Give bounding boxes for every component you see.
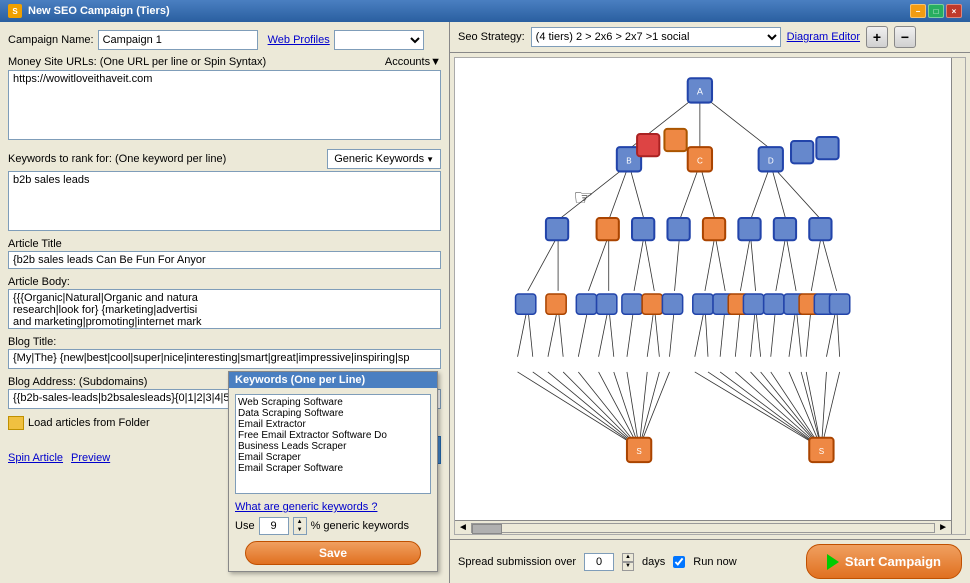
zoom-out-button[interactable]: − (894, 26, 916, 48)
title-text: New SEO Campaign (Tiers) (28, 5, 170, 17)
scroll-right-arrow[interactable]: ► (935, 522, 951, 533)
folder-icon (8, 416, 24, 430)
horizontal-scrollbar[interactable]: ◄ ► (455, 520, 951, 534)
days-down-button[interactable]: ▼ (622, 562, 634, 571)
campaign-name-label: Campaign Name: (8, 34, 94, 46)
article-body-textarea[interactable]: {{{Organic|Natural|Organic and natura re… (8, 289, 441, 329)
use-label: Use (235, 520, 255, 532)
maximize-button[interactable]: □ (928, 4, 944, 18)
start-campaign-button[interactable]: Start Campaign (806, 544, 962, 579)
window-controls: − □ × (910, 4, 962, 18)
blog-title-textarea[interactable]: {My|The} {new|best|cool|super|nice|inter… (8, 349, 441, 369)
bottom-links: Spin Article Preview (8, 452, 110, 464)
diagram-svg: A B C D (455, 58, 965, 534)
what-are-generic-keywords-link[interactable]: What are generic keywords ? (235, 501, 431, 513)
play-icon (827, 554, 839, 570)
days-up-button[interactable]: ▲ (622, 553, 634, 562)
minimize-button[interactable]: − (910, 4, 926, 18)
bottom-bar: Spread submission over ▲ ▼ days Run now … (450, 539, 970, 583)
seo-strategy-select[interactable]: (4 tiers) 2 > 2x6 > 2x7 >1 social (531, 27, 781, 47)
vertical-scrollbar[interactable] (951, 58, 965, 534)
spin-article-link[interactable]: Spin Article (8, 452, 63, 464)
days-label: days (642, 556, 665, 568)
scroll-track (471, 523, 935, 533)
run-now-label: Run now (693, 556, 736, 568)
use-spinner: ▲ ▼ (293, 517, 307, 535)
svg-text:C: C (697, 156, 703, 165)
right-toolbar: Seo Strategy: (4 tiers) 2 > 2x6 > 2x7 >1… (450, 22, 970, 53)
accounts-button[interactable]: Accounts ▼ (385, 56, 441, 68)
money-site-textarea[interactable]: https://wowitloveithaveit.com (8, 70, 441, 140)
use-row: Use ▲ ▼ % generic keywords (235, 517, 431, 535)
svg-text:A: A (697, 86, 704, 96)
zoom-in-button[interactable]: + (866, 26, 888, 48)
scroll-thumb[interactable] (472, 524, 502, 534)
spinner-up-button[interactable]: ▲ (294, 518, 306, 526)
load-articles-label: Load articles from Folder (28, 417, 150, 429)
use-value-input[interactable] (259, 517, 289, 535)
campaign-name-input[interactable] (98, 30, 258, 50)
web-profiles-link[interactable]: Web Profiles (268, 34, 330, 46)
preview-link[interactable]: Preview (71, 452, 110, 464)
keywords-label: Keywords to rank for: (One keyword per l… (8, 153, 226, 165)
generic-keywords-button[interactable]: Generic Keywords ▼ (327, 149, 441, 169)
svg-text:B: B (626, 156, 631, 165)
popup-content: Web Scraping Software Data Scraping Soft… (229, 388, 437, 571)
run-now-checkbox[interactable] (673, 556, 685, 568)
keywords-row: Keywords to rank for: (One keyword per l… (8, 149, 441, 169)
popup-header: Keywords (One per Line) (229, 372, 437, 388)
campaign-name-row: Campaign Name: Web Profiles (8, 30, 441, 50)
popup-keywords-textarea[interactable]: Web Scraping Software Data Scraping Soft… (235, 394, 431, 494)
percent-label: % generic keywords (311, 520, 409, 532)
money-site-header: Money Site URLs: (One URL per line or Sp… (8, 56, 441, 68)
keywords-textarea[interactable]: b2b sales leads (8, 171, 441, 231)
svg-text:S: S (636, 447, 642, 456)
article-body-label: Article Body: (8, 276, 441, 288)
svg-text:☞: ☞ (573, 185, 593, 210)
title-bar: S New SEO Campaign (Tiers) − □ × (0, 0, 970, 22)
save-button[interactable]: Save (245, 541, 421, 565)
close-button[interactable]: × (946, 4, 962, 18)
article-title-label: Article Title (8, 238, 441, 250)
days-spinner: ▲ ▼ (622, 553, 634, 571)
days-input[interactable] (584, 553, 614, 571)
right-panel: Seo Strategy: (4 tiers) 2 > 2x6 > 2x7 >1… (450, 22, 970, 583)
scroll-left-arrow[interactable]: ◄ (455, 522, 471, 533)
svg-text:S: S (819, 447, 825, 456)
blog-title-label: Blog Title: (8, 336, 441, 348)
left-panel: Campaign Name: Web Profiles Money Site U… (0, 22, 450, 583)
app-icon: S (8, 4, 22, 18)
diagram-editor-link[interactable]: Diagram Editor (787, 31, 860, 43)
article-title-textarea[interactable]: {b2b sales leads Can Be Fun For Anyor (8, 251, 441, 269)
diagram-area: A B C D (454, 57, 966, 535)
spinner-down-button[interactable]: ▼ (294, 526, 306, 534)
dropdown-arrow-icon: ▼ (426, 155, 434, 164)
seo-strategy-label: Seo Strategy: (458, 31, 525, 43)
spread-label: Spread submission over (458, 556, 576, 568)
svg-text:D: D (768, 156, 774, 165)
profiles-select[interactable] (334, 30, 424, 50)
generic-keywords-popup: Keywords (One per Line) Web Scraping Sof… (228, 371, 438, 572)
money-site-label: Money Site URLs: (One URL per line or Sp… (8, 56, 266, 68)
